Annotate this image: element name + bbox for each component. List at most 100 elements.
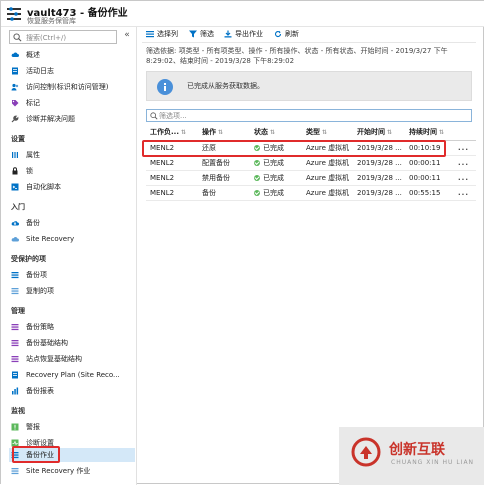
table-header-row: 工作负... ⇅ 操作 ⇅ 状态 ⇅ 类型 ⇅ 开始时间 ⇅ 持续时间 ⇅	[146, 125, 476, 141]
sidebar-item-label: 概述	[26, 51, 40, 59]
section-getting-started: 入门	[11, 203, 25, 211]
sidebar-item-label: 锁	[26, 167, 33, 175]
infrastructure-icon	[11, 340, 19, 347]
row-more-button[interactable]: ...	[454, 185, 476, 201]
sidebar-item-label: 访问控制(标识和访问管理)	[26, 83, 109, 91]
table-row[interactable]: MENL2 备份 已完成 Azure 虚拟机 2019/3/28 ... 00:…	[146, 185, 476, 201]
success-icon	[254, 174, 260, 181]
watermark-logo-icon	[351, 437, 381, 467]
main-content: 选择列 筛选 导出作业 刷新 筛选依据: 项类型 - 所有项类型、操作 - 所有…	[138, 27, 484, 485]
info-banner: 已完成从服务获取数据。	[146, 71, 472, 101]
policy-icon	[11, 324, 19, 331]
table-filter-placeholder: 筛选项...	[159, 112, 187, 120]
watermark-text: 创新互联	[389, 442, 445, 458]
highlight-box-backup-jobs	[12, 446, 60, 463]
blade-header: vault473 - 备份作业 恢复服务保管库	[1, 1, 484, 27]
section-monitoring: 监视	[11, 407, 25, 415]
sidebar-item-label: 站点恢复基础结构	[26, 355, 82, 363]
success-icon	[254, 189, 260, 196]
sidebar-item-label: 自动化脚本	[26, 183, 61, 191]
sidebar-item-locks[interactable]: 锁	[9, 164, 135, 178]
sidebar-item-access-control[interactable]: 访问控制(标识和访问管理)	[9, 80, 135, 94]
sidebar-item-label: 属性	[26, 151, 40, 159]
page-subtitle: 恢复服务保管库	[27, 17, 76, 25]
sidebar-item-label: Recovery Plan (Site Reco...	[26, 371, 120, 379]
column-header-workload[interactable]: 工作负... ⇅	[146, 125, 198, 141]
sidebar-search-input[interactable]: 搜索(Ctrl+/)	[9, 30, 117, 44]
lock-icon	[12, 167, 18, 175]
sidebar-item-recovery-plan[interactable]: Recovery Plan (Site Reco...	[9, 368, 135, 382]
table-filter-input[interactable]: 筛选项...	[146, 109, 472, 122]
sidebar-item-automation-script[interactable]: 自动化脚本	[9, 180, 135, 194]
column-header-type[interactable]: 类型 ⇅	[302, 125, 353, 141]
section-protected-items: 受保护的项	[11, 255, 46, 263]
sidebar-item-replicated-items[interactable]: 复制的项	[9, 284, 135, 298]
sidebar-item-overview[interactable]: 概述	[9, 48, 135, 62]
info-icon	[157, 79, 173, 95]
info-message: 已完成从服务获取数据。	[187, 82, 264, 90]
jobs-table: 工作负... ⇅ 操作 ⇅ 状态 ⇅ 类型 ⇅ 开始时间 ⇅ 持续时间 ⇅ MENL2 还原…	[146, 125, 476, 201]
toolbar: 选择列 筛选 导出作业 刷新	[138, 27, 484, 41]
vault-icon	[7, 7, 21, 21]
sidebar-item-label: 复制的项	[26, 287, 54, 295]
watermark: 创新互联 CHUANG XIN HU LIAN	[339, 427, 484, 485]
properties-icon	[12, 152, 18, 158]
sidebar-item-backup-infrastructure[interactable]: 备份基础结构	[9, 336, 135, 350]
sidebar-item-label: 活动日志	[26, 67, 54, 75]
sidebar-item-label: 标记	[26, 99, 40, 107]
column-header-start-time[interactable]: 开始时间 ⇅	[353, 125, 405, 141]
backup-icon	[11, 220, 19, 226]
export-icon	[224, 30, 232, 38]
column-header-operation[interactable]: 操作 ⇅	[198, 125, 250, 141]
highlight-box-restore-row	[142, 140, 446, 157]
search-icon	[150, 112, 158, 120]
toolbar-divider	[142, 42, 476, 43]
refresh-icon	[274, 30, 282, 38]
sidebar-item-label: 备份报表	[26, 387, 54, 395]
column-header-status[interactable]: 状态 ⇅	[250, 125, 302, 141]
table-row[interactable]: MENL2 配置备份 已完成 Azure 虚拟机 2019/3/28 ... 0…	[146, 155, 476, 171]
sidebar-item-alerts[interactable]: 警报	[9, 420, 135, 434]
sidebar-item-site-recovery-jobs[interactable]: Site Recovery 作业	[9, 464, 135, 478]
wrench-icon	[11, 115, 19, 123]
people-icon	[11, 83, 19, 91]
alert-icon	[11, 423, 19, 431]
app-frame: vault473 - 备份作业 恢复服务保管库 搜索(Ctrl+/) « 概述 …	[0, 0, 484, 485]
cloud-icon	[11, 52, 19, 57]
row-more-button[interactable]: ...	[454, 155, 476, 171]
watermark-subtext: CHUANG XIN HU LIAN	[391, 459, 475, 466]
table-row[interactable]: MENL2 禁用备份 已完成 Azure 虚拟机 2019/3/28 ... 0…	[146, 170, 476, 186]
sidebar-item-label: 警报	[26, 423, 40, 431]
search-icon	[13, 33, 22, 42]
filter-icon	[189, 30, 197, 38]
section-manage: 管理	[11, 307, 25, 315]
sidebar-item-label: 备份策略	[26, 323, 54, 331]
backup-items-icon	[11, 272, 19, 279]
sidebar-search-placeholder: 搜索(Ctrl+/)	[26, 34, 67, 42]
sidebar-item-diagnose[interactable]: 诊断并解决问题	[9, 112, 135, 126]
sidebar-item-site-infrastructure[interactable]: 站点恢复基础结构	[9, 352, 135, 366]
sr-jobs-icon	[11, 468, 19, 475]
sidebar-item-tags[interactable]: 标记	[9, 96, 135, 110]
sidebar-item-backup-policies[interactable]: 备份策略	[9, 320, 135, 334]
column-header-duration[interactable]: 持续时间 ⇅	[405, 125, 454, 141]
sidebar-item-backup-items[interactable]: 备份项	[9, 268, 135, 282]
sidebar-item-site-recovery[interactable]: Site Recovery	[9, 232, 135, 246]
list-icon	[146, 31, 154, 38]
sidebar-item-backup[interactable]: 备份	[9, 216, 135, 230]
collapse-sidebar-button[interactable]: «	[122, 30, 132, 40]
tag-icon	[12, 100, 19, 107]
sidebar-item-backup-reports[interactable]: 备份报表	[9, 384, 135, 398]
row-more-button[interactable]: ...	[454, 140, 476, 156]
filter-summary: 筛选依据: 项类型 - 所有项类型、操作 - 所有操作、状态 - 所有状态、开始…	[146, 47, 448, 65]
sidebar-item-label: Site Recovery	[26, 235, 75, 243]
report-icon	[12, 387, 19, 395]
row-more-button[interactable]: ...	[454, 170, 476, 186]
sidebar-item-activity-log[interactable]: 活动日志	[9, 64, 135, 78]
sidebar-item-properties[interactable]: 属性	[9, 148, 135, 162]
sidebar-item-label: 备份项	[26, 271, 47, 279]
success-icon	[254, 159, 260, 166]
replicated-items-icon	[11, 288, 19, 295]
log-icon	[12, 67, 18, 75]
site-recovery-icon	[11, 236, 19, 242]
